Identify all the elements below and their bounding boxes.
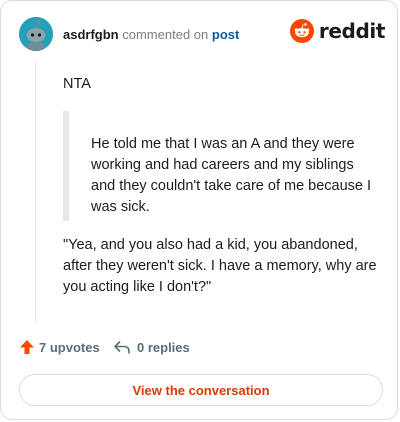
replies-button[interactable]: 0 replies [113,339,190,355]
reddit-wordmark: reddit [318,19,385,43]
blockquote: He told me that I was an A and they were… [63,111,379,221]
view-conversation-button[interactable]: View the conversation [19,374,383,406]
reddit-snoo-icon [289,19,314,43]
comment-header: asdrfgbn commented on post reddit [19,17,385,53]
username[interactable]: asdrfgbn [63,27,119,42]
upvote-button[interactable]: 7 upvotes [19,339,100,355]
quote-text: He told me that I was an A and they were… [91,136,372,215]
comment-meta: asdrfgbn commented on post [63,27,239,43]
comment-embed-card: asdrfgbn commented on post reddit NTA He… [0,0,398,420]
comment-actions: 7 upvotes 0 replies [19,339,379,359]
snoo-avatar-icon [19,17,53,51]
comment-action-text: commented on [122,27,209,42]
reply-arrow-icon [114,341,130,354]
thread-line [35,61,36,323]
upvote-arrow-icon [20,340,34,354]
comment-paragraph-reply: "Yea, and you also had a kid, you abando… [63,237,377,295]
post-link[interactable]: post [212,27,239,42]
user-avatar[interactable] [19,17,53,51]
comment-paragraph-nta: NTA [63,76,91,92]
upvote-count: 7 upvotes [39,339,100,355]
replies-count: 0 replies [137,339,190,355]
reddit-logo[interactable]: reddit [289,19,385,43]
